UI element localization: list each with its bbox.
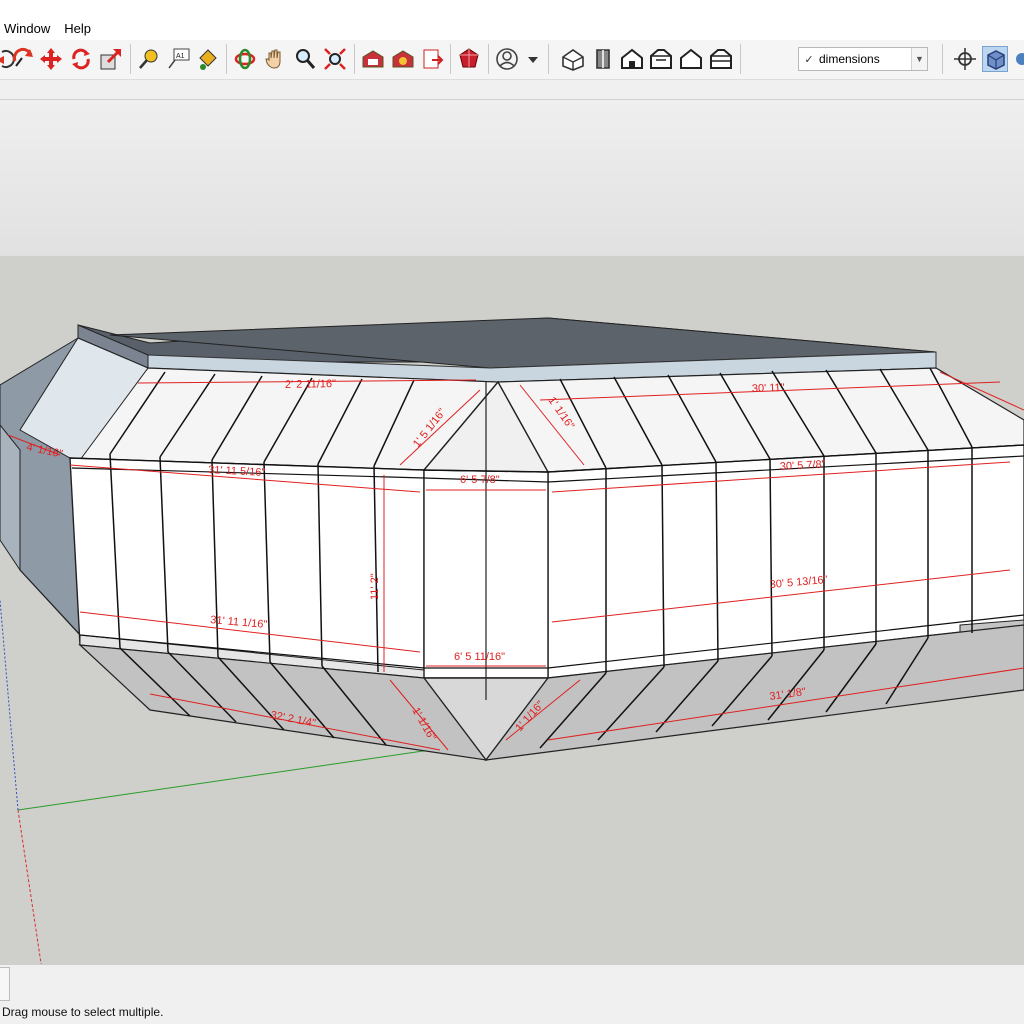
svg-text:A1: A1 — [176, 53, 185, 60]
menu-window[interactable]: Window — [4, 20, 50, 38]
dim-label-9[interactable]: 11' 2" — [369, 573, 381, 600]
check-icon: ✓ — [804, 53, 814, 66]
blue-axis — [0, 599, 19, 811]
status-bar: Drag mouse to select multiple. — [0, 964, 1024, 1024]
scene-dropdown[interactable]: ✓ dimensions ▼ — [798, 47, 928, 71]
back-view-icon[interactable] — [678, 46, 704, 72]
extension-manager-icon[interactable] — [456, 46, 482, 72]
toolbar-strip — [0, 80, 1024, 100]
status-indicator[interactable] — [0, 967, 10, 1001]
sketchup-window: Window Help A1 ✓ dimensions ▼ 2' 2 11/16… — [0, 0, 1024, 1024]
top-view-icon[interactable] — [590, 46, 616, 72]
wall-left — [69, 457, 425, 679]
dim-label-12[interactable]: 6' 5 11/16" — [454, 651, 505, 663]
section-display-icon[interactable] — [982, 46, 1008, 72]
menu-help[interactable]: Help — [64, 20, 91, 38]
paint-bucket-icon[interactable] — [194, 46, 220, 72]
right-view-icon[interactable] — [648, 46, 674, 72]
orbit-icon[interactable] — [232, 46, 258, 72]
iso-view-icon[interactable] — [560, 46, 586, 72]
rotate-icon[interactable] — [10, 46, 36, 72]
red-axis — [17, 809, 42, 964]
move-icon[interactable] — [38, 46, 64, 72]
dim-label-1[interactable]: 2' 2 11/16" — [285, 378, 336, 391]
dropdown-arrow-icon[interactable]: ▼ — [911, 48, 927, 70]
chevron-down-icon[interactable] — [520, 46, 538, 72]
extension-warehouse-icon[interactable] — [390, 46, 416, 72]
zoom-extents-icon[interactable] — [322, 46, 348, 72]
status-message: Drag mouse to select multiple. — [2, 1005, 164, 1019]
model-viewport[interactable]: 2' 2 11/16" 30' 11" 1' 5 1/16" 1' 1/16" … — [0, 100, 1024, 964]
push-pull-icon[interactable] — [98, 46, 124, 72]
building-model[interactable]: 2' 2 11/16" 30' 11" 1' 5 1/16" 1' 1/16" … — [0, 100, 1024, 964]
dim-label-8[interactable]: 30' 5 7/8" — [780, 459, 826, 473]
text-label-icon[interactable]: A1 — [166, 46, 192, 72]
section-plane-icon[interactable] — [952, 46, 978, 72]
pan-hand-icon[interactable] — [262, 46, 288, 72]
send-to-layout-icon[interactable] — [420, 46, 446, 72]
account-icon[interactable] — [494, 46, 520, 72]
menu-bar: Window Help — [0, 0, 1024, 40]
dim-label-2[interactable]: 30' 11" — [752, 382, 785, 395]
dim-label-7[interactable]: 6' 5 7/8" — [460, 474, 500, 486]
main-toolbar: A1 ✓ dimensions ▼ — [0, 40, 1024, 80]
scene-dropdown-value: dimensions — [819, 52, 880, 66]
zoom-icon[interactable] — [292, 46, 318, 72]
green-axis — [17, 749, 431, 811]
follow-me-icon[interactable] — [68, 46, 94, 72]
warehouse-icon[interactable] — [360, 46, 386, 72]
left-view-icon[interactable] — [708, 46, 734, 72]
section-cut-icon[interactable] — [1012, 46, 1024, 72]
tape-measure-icon[interactable] — [136, 46, 162, 72]
front-view-icon[interactable] — [619, 46, 645, 72]
